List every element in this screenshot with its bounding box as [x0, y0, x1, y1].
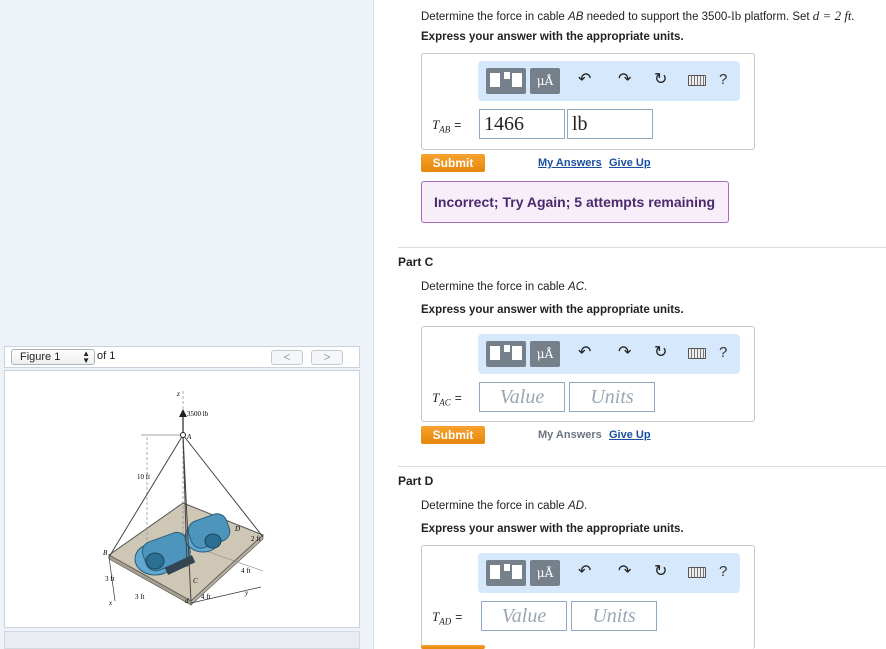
point-d-label: D: [234, 525, 240, 533]
part-b-my-answers-link[interactable]: My Answers: [538, 157, 602, 169]
redo-icon[interactable]: ↷: [618, 342, 631, 364]
templates-icon[interactable]: [486, 68, 526, 94]
part-d-units-input[interactable]: Units: [571, 601, 657, 631]
part-b-instruction: Express your answer with the appropriate…: [421, 31, 684, 43]
part-b-value-input[interactable]: 1466: [479, 109, 565, 139]
part-d-submit-button[interactable]: [421, 645, 485, 649]
part-c-value-input[interactable]: Value: [479, 382, 565, 412]
help-icon[interactable]: ?: [719, 344, 727, 361]
help-icon[interactable]: ?: [719, 563, 727, 580]
redo-icon[interactable]: ↷: [618, 69, 631, 91]
updown-icon: ▲ ▼: [82, 349, 90, 365]
templates-icon[interactable]: [486, 341, 526, 367]
part-d-value-input[interactable]: Value: [481, 601, 567, 631]
figure-count: of 1: [97, 350, 116, 362]
point-b-label: B: [103, 549, 108, 557]
part-c-question: Determine the force in cable AC.: [421, 281, 588, 293]
part-d-answer-box: μÅ ↶ ↷ ↻ ? TAD = Value Units: [421, 545, 755, 649]
units-icon[interactable]: μÅ: [530, 560, 560, 586]
divider: [398, 466, 886, 467]
reset-icon[interactable]: ↻: [654, 561, 667, 583]
figure-panel: Figure 1 ▲ ▼ of 1 < > 3500 lb z A B C D …: [0, 0, 374, 649]
point-a-label: A: [186, 433, 192, 441]
part-b-question: Determine the force in cable AB needed t…: [421, 8, 855, 23]
next-figure-button[interactable]: >: [311, 350, 343, 365]
part-d-instruction: Express your answer with the appropriate…: [421, 523, 684, 535]
part-b-variable: TAB =: [432, 117, 462, 135]
help-icon[interactable]: ?: [719, 71, 727, 88]
part-c-title: Part C: [398, 255, 434, 269]
part-b-answer-box: μÅ ↶ ↷ ↻ ? TAB = 1466 lb: [421, 53, 755, 150]
part-c-my-answers-link[interactable]: My Answers: [538, 429, 602, 441]
figure-selector-label: Figure 1: [20, 351, 61, 363]
d-dimension-label: d: [185, 597, 189, 605]
part-b-submit-button[interactable]: Submit: [421, 154, 485, 172]
prev-figure-button[interactable]: <: [271, 350, 303, 365]
height-label: 10 ft: [137, 473, 150, 481]
undo-icon[interactable]: ↶: [578, 69, 591, 91]
figure-selector[interactable]: Figure 1 ▲ ▼: [11, 349, 95, 365]
redo-icon[interactable]: ↷: [618, 561, 631, 583]
part-b-toolbar: μÅ ↶ ↷ ↻ ?: [478, 61, 740, 101]
keyboard-icon[interactable]: [688, 348, 706, 359]
three-ft-label-a: 3 ft: [105, 575, 115, 583]
part-b-feedback: Incorrect; Try Again; 5 attempts remaini…: [421, 181, 729, 223]
part-c-variable: TAC =: [432, 390, 462, 408]
part-b-give-up-link[interactable]: Give Up: [609, 157, 651, 169]
keyboard-icon[interactable]: [688, 75, 706, 86]
part-c-units-input[interactable]: Units: [569, 382, 655, 412]
part-d-toolbar: μÅ ↶ ↷ ↻ ?: [478, 553, 740, 593]
x-axis-label: x: [108, 599, 113, 607]
three-ft-label-b: 3 ft: [135, 593, 145, 601]
part-c-instruction: Express your answer with the appropriate…: [421, 304, 684, 316]
templates-icon[interactable]: [486, 560, 526, 586]
units-icon[interactable]: μÅ: [530, 341, 560, 367]
four-ft-label-b: 4 ft: [201, 593, 211, 601]
two-ft-label: 2 ft: [251, 535, 261, 543]
part-c-toolbar: μÅ ↶ ↷ ↻ ?: [478, 334, 740, 374]
part-d-question: Determine the force in cable AD.: [421, 500, 588, 512]
z-axis-label: z: [176, 390, 180, 398]
figure-footer: [4, 631, 360, 649]
part-d-title: Part D: [398, 474, 434, 488]
undo-icon[interactable]: ↶: [578, 561, 591, 583]
four-ft-label-a: 4 ft: [241, 567, 251, 575]
units-icon[interactable]: μÅ: [530, 68, 560, 94]
undo-icon[interactable]: ↶: [578, 342, 591, 364]
part-c-give-up-link[interactable]: Give Up: [609, 429, 651, 441]
divider: [398, 247, 886, 248]
part-c-submit-button[interactable]: Submit: [421, 426, 485, 444]
keyboard-icon[interactable]: [688, 567, 706, 578]
platform-diagram: 3500 lb z A B C D 10 ft 2 ft 3 ft 3 ft 4…: [103, 390, 264, 607]
point-c-label: C: [193, 577, 198, 585]
figure-toolbar: Figure 1 ▲ ▼ of 1 < >: [4, 346, 360, 368]
questions-panel: Determine the force in cable AB needed t…: [374, 0, 886, 649]
figure-frame: 3500 lb z A B C D 10 ft 2 ft 3 ft 3 ft 4…: [4, 370, 360, 628]
reset-icon[interactable]: ↻: [654, 69, 667, 91]
part-d-variable: TAD =: [432, 609, 463, 627]
part-c-answer-box: μÅ ↶ ↷ ↻ ? TAC = Value Units: [421, 326, 755, 422]
reset-icon[interactable]: ↻: [654, 342, 667, 364]
load-label: 3500 lb: [187, 410, 209, 418]
part-b-units-input[interactable]: lb: [567, 109, 653, 139]
